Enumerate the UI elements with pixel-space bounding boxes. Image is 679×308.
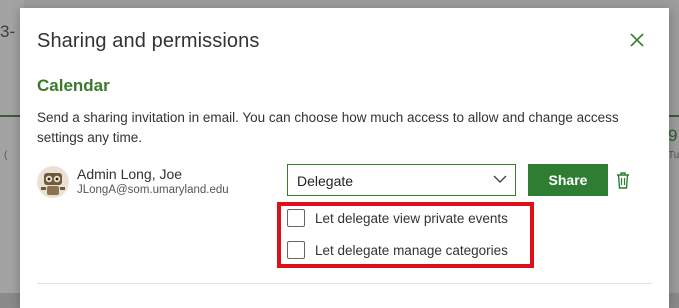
user-email: JLongA@som.umaryland.edu — [77, 184, 229, 196]
checkbox[interactable] — [287, 241, 305, 259]
sharing-dialog: Sharing and permissions Calendar Send a … — [20, 8, 669, 308]
checkbox[interactable] — [287, 209, 305, 227]
background-left-mark: ( — [4, 150, 8, 161]
chevron-down-icon — [493, 175, 507, 183]
background-right-number: 9 — [668, 126, 678, 145]
trash-icon[interactable] — [615, 171, 631, 189]
sharing-description: Send a sharing invitation in email. You … — [37, 110, 619, 145]
permission-select-value: Delegate — [297, 173, 354, 189]
user-name: Admin Long, Joe — [77, 166, 183, 182]
option-manage-categories[interactable]: Let delegate manage categories — [287, 239, 508, 261]
close-icon[interactable] — [629, 32, 645, 48]
option-label: Let delegate manage categories — [315, 242, 508, 258]
background-left-text: 3- — [0, 22, 16, 41]
option-view-private-events[interactable]: Let delegate view private events — [287, 207, 508, 229]
background-right-day: Tu — [668, 150, 679, 161]
dialog-title: Sharing and permissions — [37, 30, 260, 52]
robot-avatar — [37, 166, 69, 198]
permission-select[interactable]: Delegate — [287, 164, 516, 196]
option-label: Let delegate view private events — [315, 210, 508, 226]
divider — [37, 283, 652, 284]
share-button[interactable]: Share — [528, 164, 608, 196]
section-title-calendar: Calendar — [37, 76, 110, 95]
background-right-line — [669, 115, 679, 117]
